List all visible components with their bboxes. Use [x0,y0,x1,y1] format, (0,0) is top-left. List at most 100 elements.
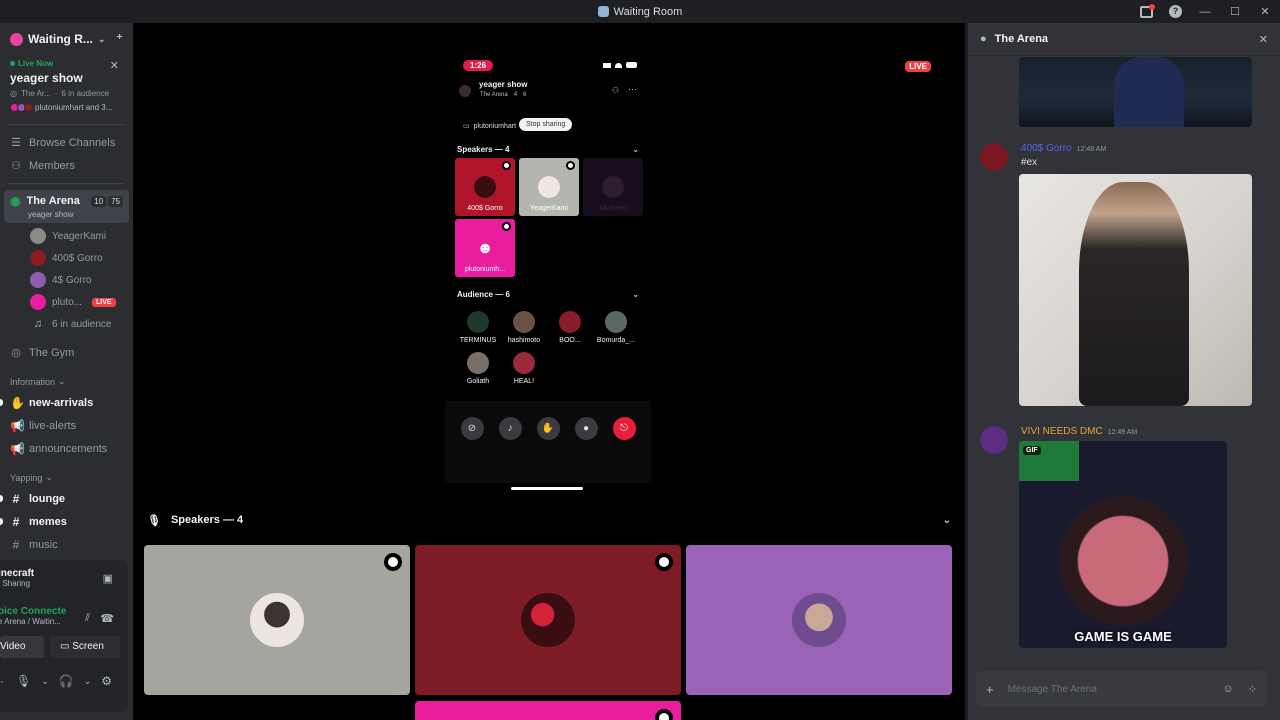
phone-speaker-tile: YeagerKami [519,158,579,216]
phone-audience-grid: TERMINUS hashimoto BOO... Bomurda_... Go… [445,303,651,385]
avatar [605,311,627,333]
chevron-down-icon[interactable]: ⌄ [41,676,49,687]
chat-icon: ● [574,417,598,440]
stage-channel-the-arena[interactable]: ◉ The Arena 10 75 yeager show [4,190,129,223]
channel-name: lounge [29,492,66,505]
gear-icon[interactable]: ⚙ [101,674,112,688]
shield-icon [655,709,673,720]
category-information[interactable]: Information ⌄ [0,364,133,391]
category-yapping[interactable]: Yapping ⌄ [0,460,133,487]
close-icon[interactable]: ✕ [1259,33,1268,46]
channel-announcements[interactable]: 📢 announcements [0,437,133,460]
shield-icon [502,161,511,170]
headphones-icon[interactable]: 🎧 [59,674,74,688]
noise-suppression-icon[interactable]: ⫽ [85,612,90,625]
phone-audience-member: Goliath [455,352,501,385]
video-off-icon: ⊘ [460,417,484,440]
add-attachment-icon[interactable]: + [986,682,994,697]
phone-sharing-row: ▭ plutoniumhart Stop sharing [445,118,651,134]
channel-live-alerts[interactable]: 📢 live-alerts [0,414,133,437]
voice-user[interactable]: 4$ Gorro [0,269,133,291]
inbox-icon[interactable] [1140,3,1155,18]
avatar[interactable] [980,143,1008,171]
voice-user[interactable]: 400$ Gorro [0,247,133,269]
speaker-tile-yeagerkami[interactable] [144,545,410,695]
voice-user[interactable]: pluto... LIVE [0,291,133,313]
disconnect-icon[interactable]: ☎ [100,612,114,625]
close-icon[interactable]: ✕ [110,59,119,72]
speaker-tile-plutoniumhart[interactable] [415,701,681,720]
speaker-count: 10 [91,195,107,207]
image-attachment[interactable] [1019,57,1252,127]
phone-speakers-label: Speakers — 4 [457,144,510,154]
browse-channels-label: Browse Channels [29,136,116,149]
help-icon[interactable]: ? [1169,5,1182,18]
phone-speaker-name: 4$ Gorro [599,205,627,212]
avatar [30,294,46,310]
voice-connected-panel[interactable]: oice Connecte e Arena / Waitin... ⫽ ☎ [0,596,128,632]
chevron-down-icon[interactable]: ⌄ [84,676,92,687]
live-now-card[interactable]: Live Now ✕ yeager show ◎ The Ar... · 6 i… [0,55,133,118]
live-participants: plutoniumhart and 3... [10,103,123,112]
emoji-icon[interactable]: ☺ [1223,683,1234,696]
message-text: #ex [1021,157,1038,168]
gif-attachment[interactable]: GIF GAME IS GAME [1019,441,1227,648]
microphone-icon[interactable]: 🎙 [16,674,31,688]
announce-icon: 📢 [10,441,25,456]
screen-button[interactable]: ▭ Screen [50,636,120,658]
avatar[interactable]: · [0,674,6,688]
invite-icon[interactable]: ⁺ [116,31,123,47]
channel-music[interactable]: # music [0,533,133,556]
avatar [467,311,489,333]
live-badge: LIVE [92,297,116,307]
apps-icon[interactable]: ⁘ [1248,683,1257,696]
image-attachment[interactable] [1019,174,1252,406]
maximize-button[interactable]: ☐ [1220,5,1250,18]
message-composer[interactable]: + Message The Arena ☺ ⁘ [976,671,1267,707]
chevron-down-icon[interactable]: ⌄ [943,515,951,526]
stream-area: LIVE 1:26 yeager show The Arena 4 6 ⚇ ⋯ … [133,23,965,720]
avatar [467,352,489,374]
activity-panel[interactable]: inecraft t Sharing ▣ [0,560,128,596]
voice-user-name: pluto... [52,296,83,308]
server-header[interactable]: Waiting R... ⌄ ⁺ [0,23,133,55]
channel-memes[interactable]: # memes [0,510,133,533]
speaker-tile-4-gorro[interactable] [686,545,952,695]
live-channel: The Ar... [20,89,51,98]
browse-channels[interactable]: ☰ Browse Channels [0,131,133,154]
stop-sharing-tooltip: Stop sharing [519,118,573,131]
phone-audience-member: BOO... [547,311,593,344]
media-buttons: Video ▭ Screen [0,632,128,658]
phone-audience-name: BOO... [559,337,581,344]
hash-icon: # [12,514,20,529]
avatar[interactable] [980,426,1008,454]
audience-row[interactable]: ♫ 6 in audience [0,313,133,335]
channel-new-arrivals[interactable]: ✋ new-arrivals [0,391,133,414]
author-name[interactable]: 400$ Gorro [1021,143,1072,154]
speakers-bar-header[interactable]: 🎙 Speakers — 4 ⌄ [133,506,965,534]
live-title: yeager show [10,71,83,85]
voice-user[interactable]: YeagerKami [0,225,133,247]
hash-icon: # [12,491,20,506]
screen-share-icon[interactable]: ▣ [103,572,113,585]
chat-header: ● The Arena ✕ [968,23,1280,56]
close-button[interactable]: ✕ [1250,5,1280,18]
speaker-tile-400-gorro[interactable] [415,545,681,695]
voice-user-name: YeagerKami [52,230,107,242]
author-name[interactable]: VIVI NEEDS DMC [1021,426,1103,437]
live-sharing: plutoniumhart and 3... [35,103,113,112]
live-subline: ◎ The Ar... · 6 in audience [10,89,123,98]
window-title: Waiting Room [597,6,682,18]
leave-icon: ⎋ [612,417,636,440]
phone-speaker-name: 400$ Gorro [467,205,503,212]
phone-controls: ⊘ ♪ ✋ ● ⎋ [445,401,651,483]
server-icon [459,85,471,97]
channel-lounge[interactable]: # lounge [0,487,133,510]
channel-name: new-arrivals [29,396,94,409]
minimize-button[interactable]: — [1190,6,1220,18]
video-button[interactable]: Video [0,636,44,658]
message-input[interactable]: Message The Arena [1008,684,1097,695]
members[interactable]: ⚇ Members [0,154,133,177]
phone-stream[interactable]: 1:26 yeager show The Arena 4 6 ⚇ ⋯ ▭ plu… [445,56,651,494]
voice-channel-the-gym[interactable]: ◎ The Gym [0,341,133,364]
